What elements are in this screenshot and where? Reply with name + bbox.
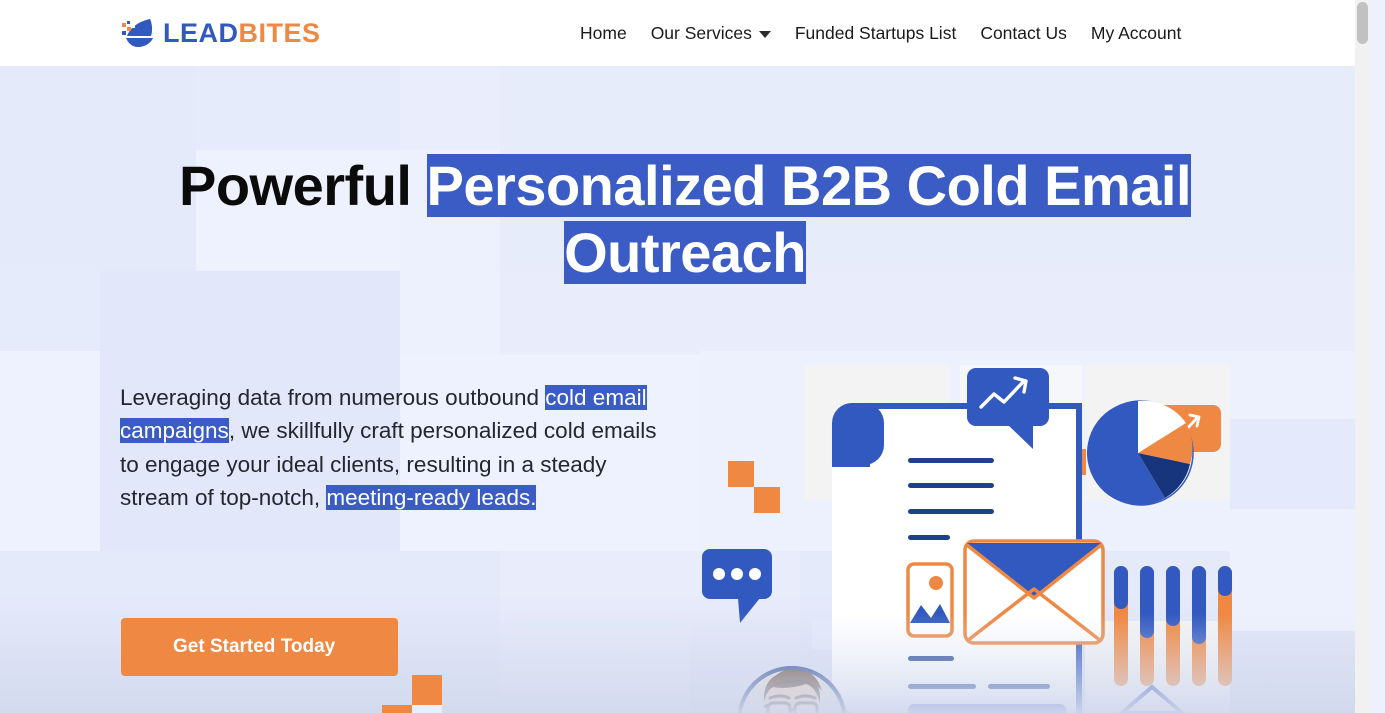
sail-boat-logo-icon: [120, 16, 156, 50]
decorative-square: [728, 461, 754, 487]
chevron-down-icon: [758, 31, 771, 38]
get-started-button[interactable]: Get Started Today: [121, 618, 398, 676]
nav-item-home[interactable]: Home: [568, 0, 639, 66]
doc-text-line: [908, 509, 994, 514]
logo-text-bites: BITES: [238, 17, 321, 48]
headline-plain: Powerful: [178, 154, 427, 217]
nav-item-our-services-label: Our Services: [650, 22, 752, 43]
hero-illustration: [690, 351, 1370, 713]
logo-text-lead: LEAD: [163, 17, 239, 48]
main-navigation: Home Our Services Funded Startups List C…: [568, 0, 1193, 66]
scrollbar-thumb[interactable]: [1357, 2, 1368, 44]
paragraph-selection-2: meeting-ready leads.: [326, 484, 537, 510]
page-root: LEADBITES Home Our Services Funded Start…: [0, 0, 1370, 713]
doc-text-line: [908, 535, 950, 540]
headline-selected: Personalized B2B Cold Email Outreach: [426, 154, 1192, 285]
doc-text-line: [908, 458, 994, 463]
nav-item-my-account[interactable]: My Account: [1079, 0, 1193, 66]
doc-text-line: [908, 483, 994, 488]
vertical-scrollbar[interactable]: [1355, 0, 1370, 713]
nav-item-contact-us[interactable]: Contact Us: [968, 0, 1079, 66]
chat-bubble-dots-icon: [702, 549, 772, 623]
site-logo[interactable]: LEADBITES: [120, 16, 321, 50]
nav-item-my-account-label: My Account: [1090, 22, 1182, 43]
decorative-square: [754, 487, 780, 513]
decorative-square: [412, 675, 442, 705]
nav-item-funded-startups-list[interactable]: Funded Startups List: [783, 0, 968, 66]
nav-item-funded-startups-list-label: Funded Startups List: [794, 22, 957, 43]
nav-item-contact-us-label: Contact Us: [980, 22, 1067, 43]
logo-text: LEADBITES: [163, 17, 321, 48]
illustration-bottom-fade: [690, 613, 1370, 713]
nav-item-home-label: Home: [580, 22, 627, 43]
decorative-square: [382, 705, 412, 713]
decorative-square: [412, 705, 442, 713]
hero-paragraph: Leveraging data from numerous outbound c…: [120, 381, 680, 514]
nav-item-our-services[interactable]: Our Services: [639, 0, 783, 66]
site-header: LEADBITES Home Our Services Funded Start…: [0, 0, 1370, 66]
page-title: Powerful Personalized B2B Cold Email Out…: [120, 152, 1250, 286]
paragraph-part-1: Leveraging data from numerous outbound: [120, 385, 546, 410]
hero-section: Powerful Personalized B2B Cold Email Out…: [0, 66, 1370, 713]
